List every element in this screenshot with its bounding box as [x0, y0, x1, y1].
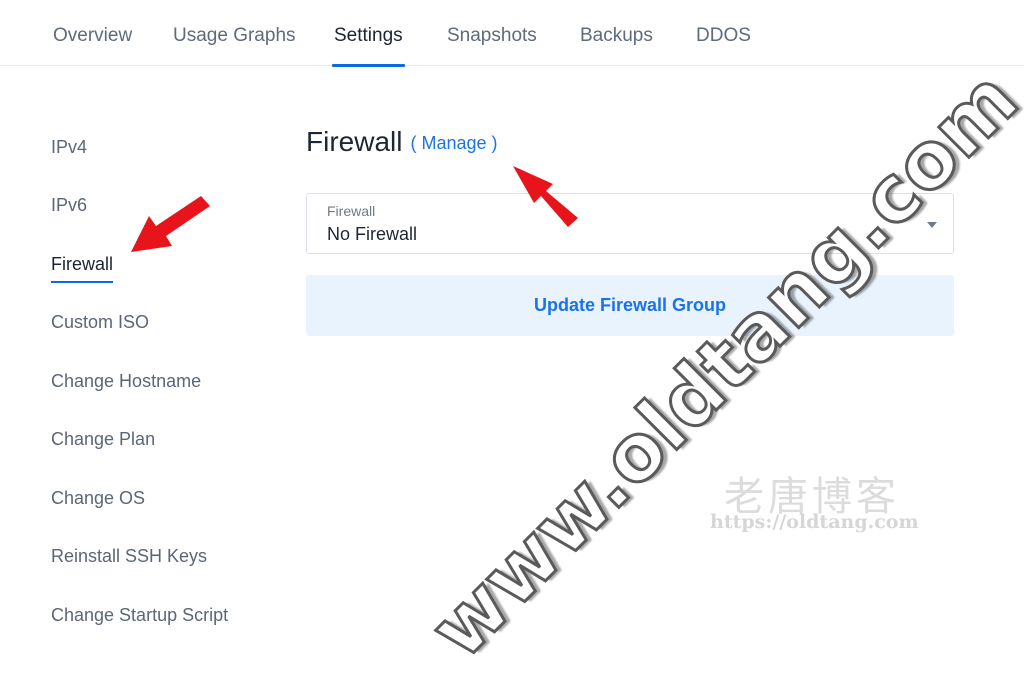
section-title-text: Firewall — [306, 126, 403, 157]
sidenav-item-change-startup-script[interactable]: Change Startup Script — [51, 605, 228, 626]
sidenav-item-ipv4[interactable]: IPv4 — [51, 137, 87, 158]
tab-settings[interactable]: Settings — [332, 0, 405, 67]
tab-backups[interactable]: Backups — [580, 0, 653, 66]
sidenav-item-custom-iso[interactable]: Custom ISO — [51, 312, 149, 333]
sidenav-item-ipv6[interactable]: IPv6 — [51, 195, 87, 216]
sidenav-item-change-os[interactable]: Change OS — [51, 488, 145, 509]
watermark-main: www.oldtang.com — [412, 53, 1024, 676]
firewall-select-value: No Firewall — [327, 224, 418, 244]
red-arrow-icon — [131, 196, 210, 252]
sidenav-item-change-plan[interactable]: Change Plan — [51, 429, 155, 450]
sidenav-item-firewall[interactable]: Firewall — [51, 254, 114, 283]
tab-usage-graphs[interactable]: Usage Graphs — [173, 0, 296, 66]
watermark-url: https://oldtang.com — [710, 511, 919, 533]
sidenav-item-change-hostname[interactable]: Change Hostname — [51, 371, 201, 392]
top-tab-bar: Overview Usage Graphs Settings Snapshots… — [0, 0, 1024, 67]
firewall-select-label: Firewall — [327, 203, 376, 219]
tab-ddos[interactable]: DDOS — [696, 0, 751, 66]
tab-snapshots[interactable]: Snapshots — [447, 0, 537, 66]
sidenav-item-reinstall-ssh-keys[interactable]: Reinstall SSH Keys — [51, 546, 207, 567]
manage-link[interactable]: ( Manage ) — [410, 133, 497, 153]
section-title: Firewall ( Manage ) — [306, 126, 498, 158]
tab-overview[interactable]: Overview — [53, 0, 132, 66]
